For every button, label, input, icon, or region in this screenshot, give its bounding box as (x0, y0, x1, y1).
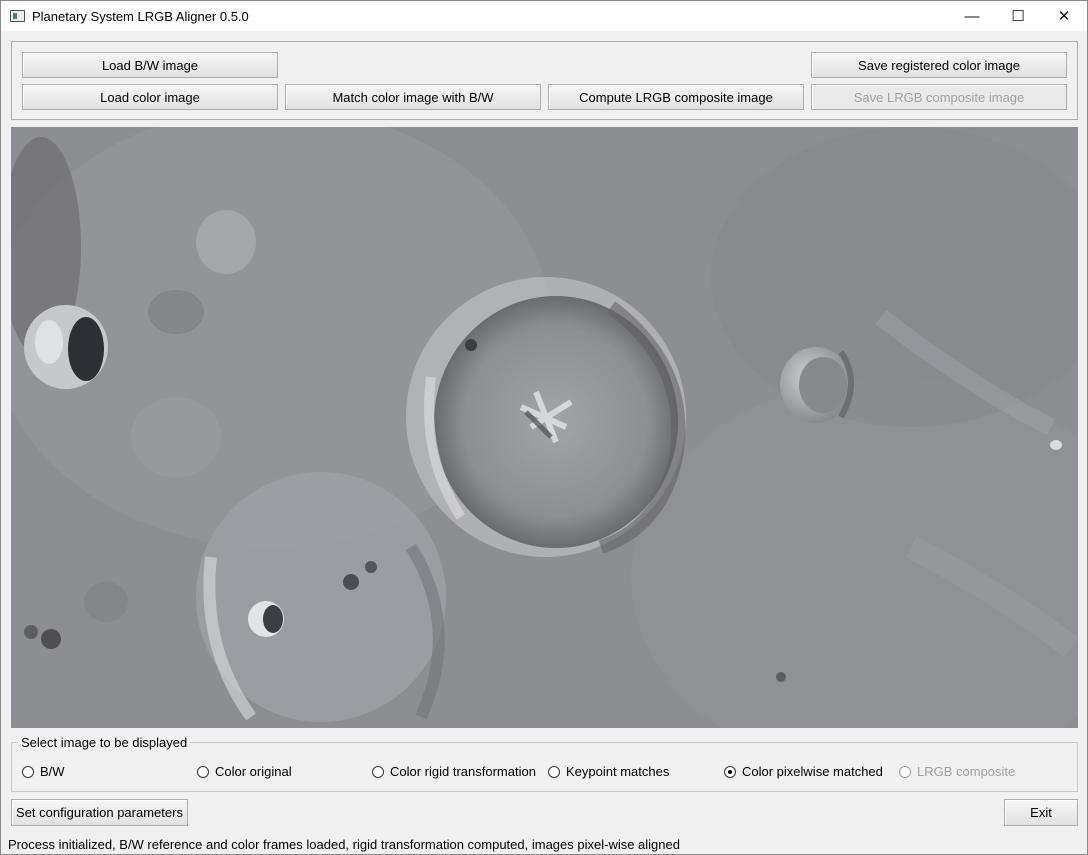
exit-button[interactable]: Exit (1004, 799, 1078, 826)
app-icon (10, 10, 25, 22)
radio-button-checked-icon[interactable] (724, 765, 736, 778)
radio-label: Color pixelwise matched (742, 764, 883, 779)
load-bw-button[interactable]: Load B/W image (22, 52, 278, 78)
moon-surface-image (11, 127, 1078, 728)
minimize-icon[interactable]: — (949, 1, 995, 31)
radio-button-icon[interactable] (22, 765, 34, 778)
config-button[interactable]: Set configuration parameters (11, 799, 188, 826)
radio-color-rigid[interactable]: Color rigid transformation (372, 764, 536, 779)
radio-color-original[interactable]: Color original (197, 764, 292, 779)
radio-label: B/W (40, 764, 65, 779)
radio-lrgb-composite[interactable]: LRGB composite (899, 764, 1015, 779)
radio-label: Keypoint matches (566, 764, 670, 779)
radio-button-icon[interactable] (197, 765, 209, 778)
radio-button-icon[interactable] (372, 765, 384, 778)
radio-bw[interactable]: B/W (22, 764, 65, 779)
radio-keypoint-matches[interactable]: Keypoint matches (548, 764, 669, 779)
radio-label: Color rigid transformation (390, 764, 536, 779)
compute-lrgb-button[interactable]: Compute LRGB composite image (548, 84, 804, 110)
window-title: Planetary System LRGB Aligner 0.5.0 (32, 9, 249, 24)
title-bar[interactable]: Planetary System LRGB Aligner 0.5.0 — ☐ … (1, 1, 1087, 31)
radio-button-icon[interactable] (899, 765, 911, 778)
radio-label: Color original (215, 764, 292, 779)
maximize-icon[interactable]: ☐ (995, 1, 1041, 31)
match-color-button[interactable]: Match color image with B/W (285, 84, 541, 110)
status-bar: Process initialized, B/W reference and c… (8, 837, 680, 852)
save-registered-button[interactable]: Save registered color image (811, 52, 1067, 78)
app-window: Planetary System LRGB Aligner 0.5.0 — ☐ … (0, 0, 1088, 855)
save-lrgb-button[interactable]: Save LRGB composite image (811, 84, 1067, 110)
image-display[interactable] (11, 127, 1078, 728)
radio-label: LRGB composite (917, 764, 1016, 779)
load-color-button[interactable]: Load color image (22, 84, 278, 110)
radio-color-pixelwise[interactable]: Color pixelwise matched (724, 764, 883, 779)
close-icon[interactable]: ✕ (1041, 1, 1087, 31)
display-selector-title: Select image to be displayed (18, 735, 191, 750)
radio-button-icon[interactable] (548, 765, 560, 778)
